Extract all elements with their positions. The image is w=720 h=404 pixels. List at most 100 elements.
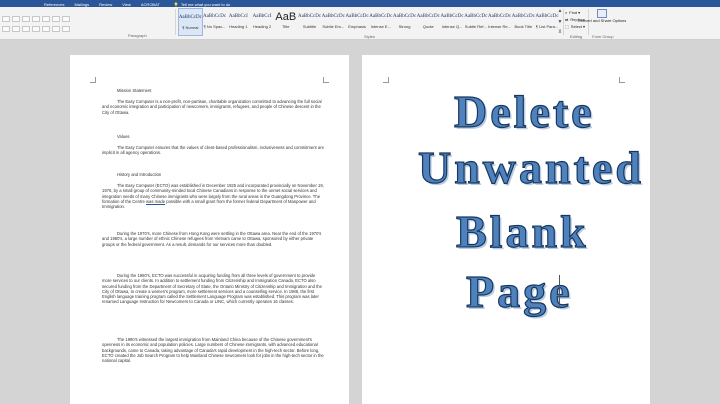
style-name: Heading 2 — [252, 24, 272, 29]
mission-paragraph: The Easy Computer is a non-profit, non-p… — [102, 99, 324, 118]
style-name: Intense Q... — [441, 24, 463, 29]
align-right-icon[interactable] — [22, 26, 30, 32]
align-left-icon[interactable] — [2, 26, 10, 32]
style-name: Title — [282, 24, 290, 29]
group-divider — [563, 9, 564, 35]
more-icon[interactable]: ⊻ — [558, 30, 562, 35]
history-paragraph-1: The Easy Computer (ECTO) was established… — [102, 183, 324, 212]
headline-line-4: Page — [465, 266, 573, 317]
crop-mark — [619, 77, 625, 83]
style-quote[interactable]: AaBbCcDc Quote — [416, 8, 440, 36]
chevron-up-icon[interactable]: ▲ — [558, 9, 563, 14]
style-list-paragraph[interactable]: AaBbCcDc ¶ List Para... — [535, 8, 559, 36]
show-marks-icon[interactable] — [62, 16, 70, 22]
replace-icon: ⇄ — [565, 17, 569, 22]
style-heading-2[interactable]: AaBbCcI Heading 2 — [250, 8, 274, 36]
style-preview: AaBbCcDc — [535, 14, 559, 19]
decrease-indent-icon[interactable] — [32, 16, 40, 22]
values-paragraph: The Easy Computer ensures that the value… — [102, 145, 324, 159]
style-preview: AaB — [275, 11, 297, 23]
bullets-icon[interactable] — [2, 16, 10, 22]
headline-line-1: Delete — [453, 86, 595, 137]
sort-icon[interactable] — [52, 16, 60, 22]
style-strong[interactable]: AaBbCcDc Strong — [393, 8, 417, 36]
document-page-left[interactable]: Mission Statement The Easy Computer is a… — [70, 55, 349, 404]
align-center-icon[interactable] — [12, 26, 20, 32]
style-name: Subtle Em... — [322, 24, 345, 29]
convert-label: Convert and Share Options — [577, 18, 627, 23]
spelling-flag[interactable]: was made — [146, 199, 165, 204]
style-name: Subtle Ref... — [464, 24, 487, 29]
select-button[interactable]: ⬚ Select ▾ — [565, 23, 587, 30]
headline-line-3: Blank — [455, 206, 589, 257]
increase-indent-icon[interactable] — [42, 16, 50, 22]
style-preview: AaBbCcDc — [464, 14, 488, 19]
style-intense-quote[interactable]: AaBbCcDc Intense Q... — [440, 8, 464, 36]
chevron-down-icon[interactable]: ▼ — [558, 19, 563, 25]
style-name: Intense E... — [370, 24, 391, 29]
style-book-title[interactable]: AaBbCcDc Book Title — [511, 8, 535, 36]
style-title[interactable]: AaB Title — [274, 8, 298, 36]
style-intense-reference[interactable]: AaBbCcDc Intense Re... — [488, 8, 512, 36]
style-name: Heading 1 — [229, 24, 248, 29]
select-label: Select ▾ — [570, 24, 586, 29]
style-preview: AaBbCcDc — [321, 14, 345, 19]
search-icon: ⌕ — [565, 10, 568, 15]
shading-icon[interactable] — [52, 26, 60, 32]
style-emphasis[interactable]: AaBbCcDc Emphasis — [345, 8, 369, 36]
style-preview: AaBbCcDc — [369, 14, 393, 19]
style-preview: AaBbCcDc — [203, 14, 227, 19]
crop-mark — [383, 77, 389, 83]
style-name: ¶ No Spac... — [203, 24, 226, 29]
style-preview: AaBbCcI — [228, 14, 248, 19]
document-page-right[interactable]: Delete Unwanted Blank Page — [362, 55, 650, 404]
headline-line-2: Unwanted — [417, 142, 644, 193]
style-subtle-emphasis[interactable]: AaBbCcDc Subtle Em... — [321, 8, 345, 36]
style-preview: AaBbCcI — [252, 14, 272, 19]
values-heading: Values — [117, 134, 130, 139]
style-name: Quote — [422, 24, 434, 29]
style-intense-emphasis[interactable]: AaBbCcDc Intense E... — [369, 8, 393, 36]
numbering-icon[interactable] — [12, 16, 20, 22]
group-divider — [175, 9, 176, 35]
history-text: The 1990's witnessed the largest immigra… — [102, 337, 324, 364]
style-preview: AaBbCcDc — [440, 14, 464, 19]
style-heading-1[interactable]: AaBbCcI Heading 1 — [226, 8, 250, 36]
style-preview: AaBbCcDc — [178, 15, 202, 20]
borders-icon[interactable] — [62, 26, 70, 32]
style-name: Intense Re... — [488, 24, 511, 29]
style-preview: AaBbCcDc — [511, 14, 535, 19]
style-name: Strong — [398, 24, 411, 29]
styles-scroll[interactable]: ▲ ▼ ⊻ — [557, 9, 563, 35]
find-button[interactable]: ⌕ Find ▾ — [565, 9, 587, 16]
style-subtitle[interactable]: AaBbCcDc Subtitle — [298, 8, 322, 36]
line-spacing-icon[interactable] — [42, 26, 50, 32]
style-preview: AaBbCcDc — [393, 14, 417, 19]
style-preview: AaBbCcDc — [488, 14, 512, 19]
style-name: Book Title — [514, 24, 533, 29]
justify-icon[interactable] — [32, 26, 40, 32]
mission-text: The Easy Computer is a non-profit, non-p… — [102, 99, 322, 115]
style-name: Emphasis — [348, 24, 366, 29]
find-label: Find ▾ — [569, 10, 581, 15]
style-no-spacing[interactable]: AaBbCcDc ¶ No Spac... — [203, 8, 227, 36]
multilevel-list-icon[interactable] — [22, 16, 30, 22]
style-subtle-reference[interactable]: AaBbCcDc Subtle Ref... — [464, 8, 488, 36]
crop-mark — [90, 77, 96, 83]
crop-mark — [323, 77, 329, 83]
style-name: Subtitle — [302, 24, 317, 29]
pdf-convert-icon — [597, 9, 607, 18]
history-paragraph-2: During the 1970's, more Chinese from Hon… — [102, 231, 324, 250]
paragraph-group-label: Paragraph — [128, 33, 147, 38]
history-paragraph-3: During the 1980's, ECTO was successful i… — [102, 273, 324, 308]
history-paragraph-4: The 1990's witnessed the largest immigra… — [102, 337, 324, 366]
history-text: During the 1980's, ECTO was successful i… — [102, 273, 322, 305]
style-name: ¶ List Para... — [535, 24, 559, 29]
convert-button[interactable]: Convert and Share Options — [578, 9, 626, 37]
style-preview: AaBbCcDc — [416, 14, 440, 19]
style-preview: AaBbCcDc — [345, 14, 369, 19]
style-normal[interactable]: AaBbCcDc ¶ Normal — [178, 8, 203, 36]
style-preview: AaBbCcDc — [298, 14, 322, 19]
text-cursor — [559, 275, 560, 308]
history-heading: History and Introduction — [117, 172, 162, 177]
